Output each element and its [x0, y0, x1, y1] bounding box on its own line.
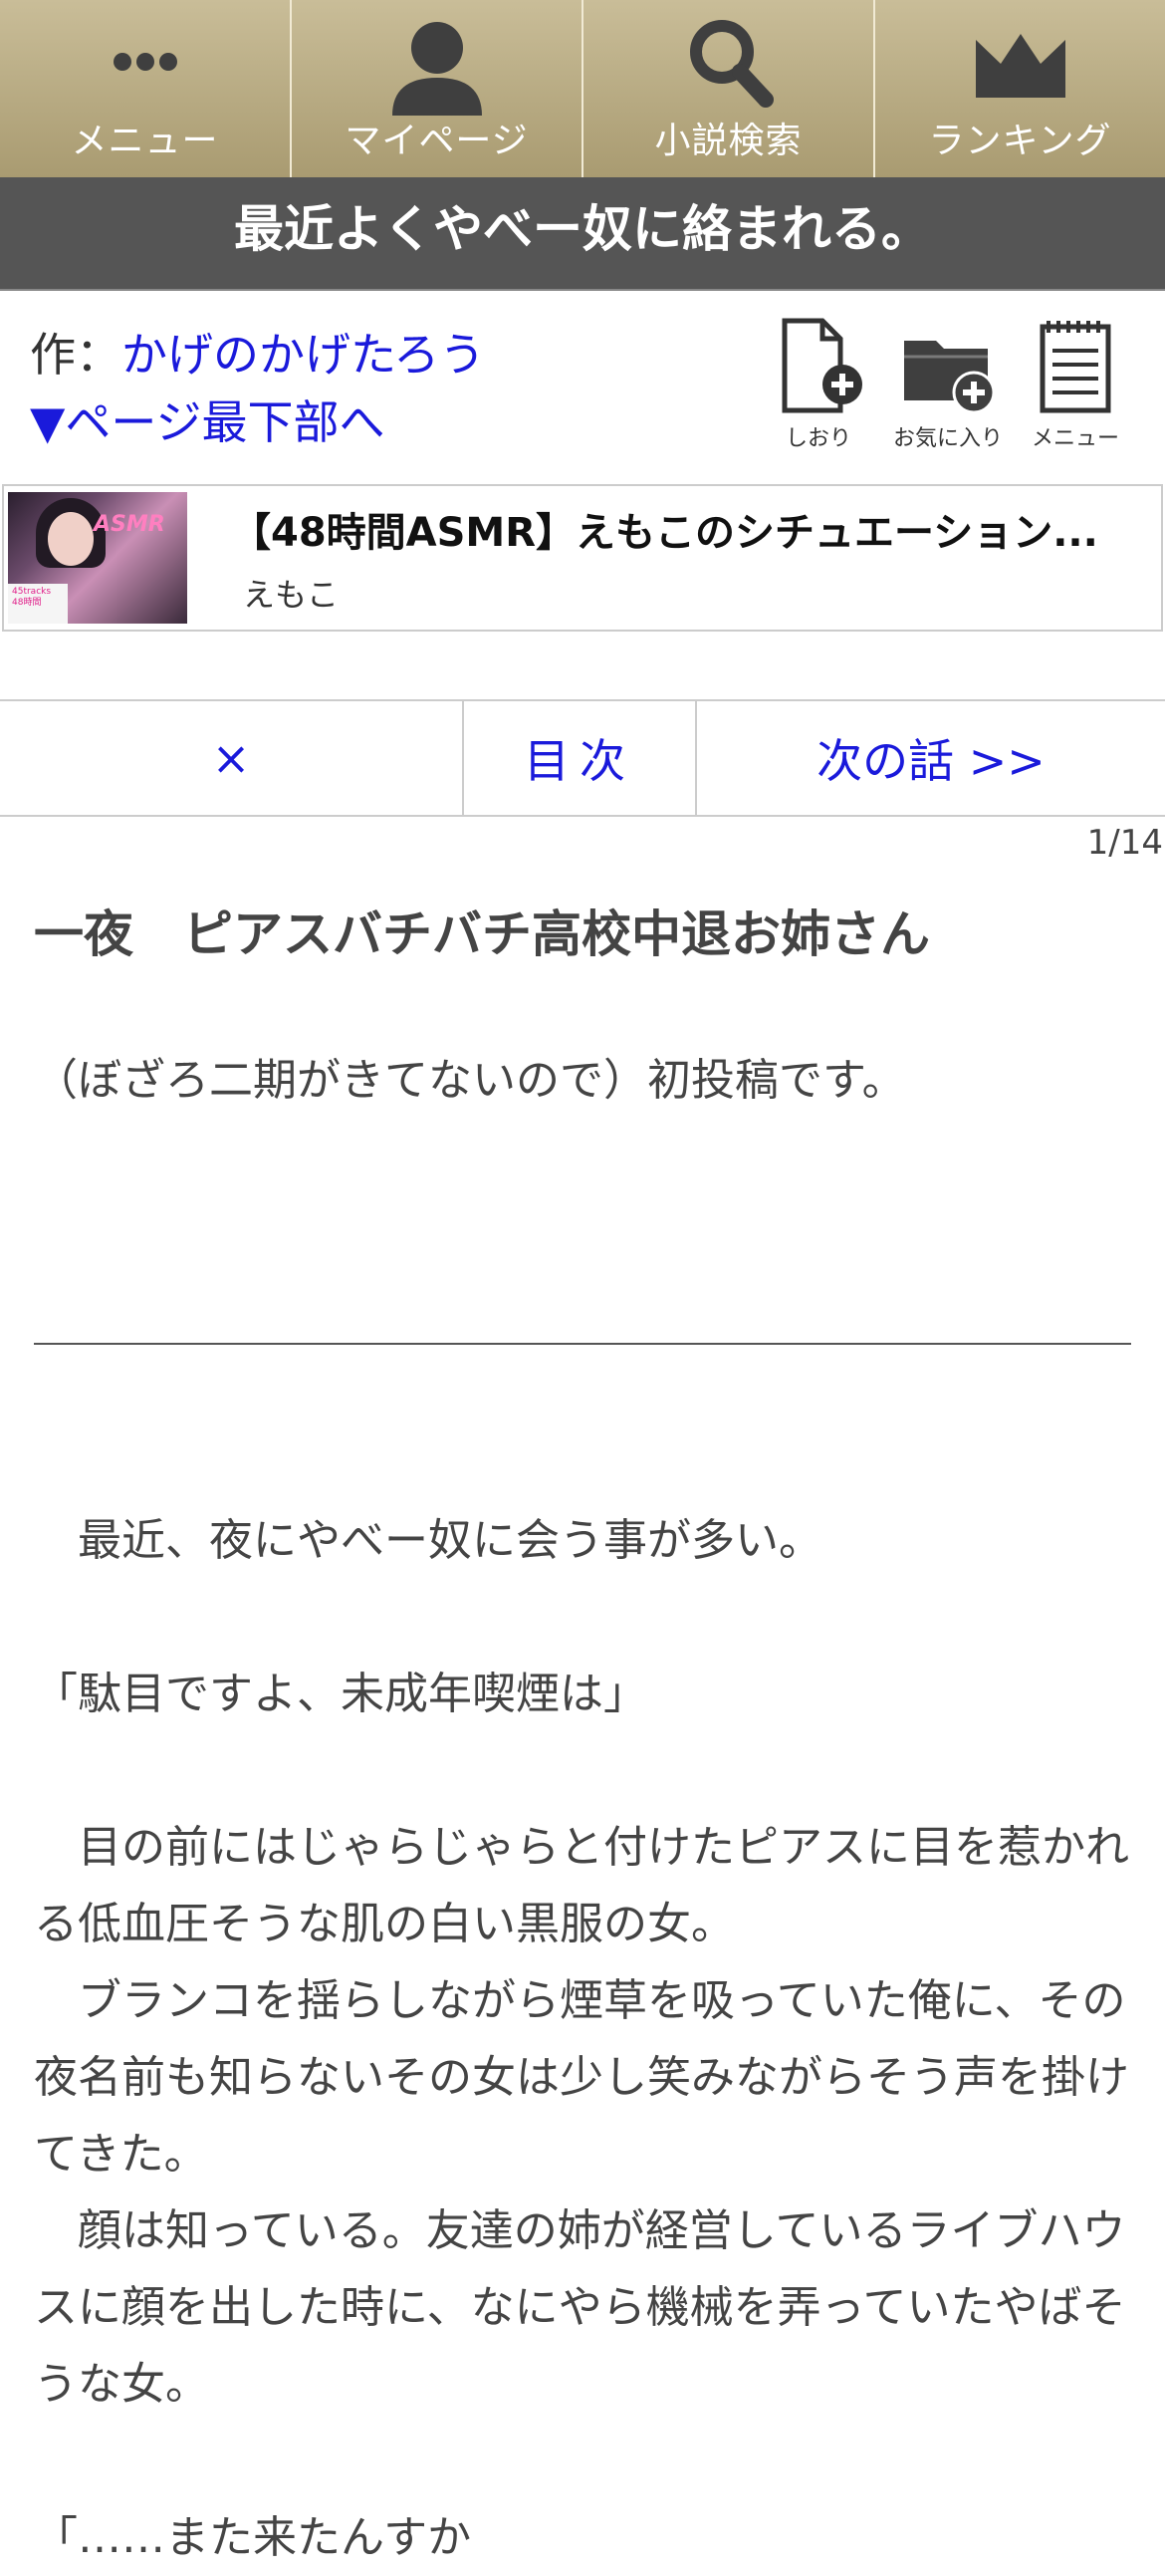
dots-icon — [91, 12, 200, 106]
nav-search-label: 小説検索 — [654, 121, 803, 161]
page-count: 1/14 — [1086, 823, 1163, 863]
nav-search[interactable]: 小説検索 — [583, 0, 875, 177]
menu-button[interactable]: メニュー — [1016, 317, 1135, 452]
paragraph: 顔は知っている。友達の姉が経営しているライブハウスに顔を出した時に、なにやら機械… — [34, 2205, 1126, 2410]
ad-thumbnail: ASMR 45tracks 48時間 — [8, 492, 187, 624]
top-nav: メニュー マイページ 小説検索 ランキング — [0, 0, 1165, 177]
divider — [34, 1343, 1131, 1345]
nav-mypage-label: マイページ — [345, 121, 529, 161]
author-link[interactable]: かげのかげたろう — [121, 328, 485, 382]
nav-ranking[interactable]: ランキング — [875, 0, 1165, 177]
paragraph: 最近、夜にやべー奴に会う事が多い。 — [34, 1515, 822, 1566]
page-bottom-link[interactable]: ▼ページ最下部へ — [30, 386, 384, 452]
close-button[interactable]: × — [0, 701, 464, 815]
story-body: 最近、夜にやべー奴に会う事が多い。 「駄目ですよ、未成年喫煙は」 目の前にはじゃ… — [34, 1502, 1139, 2576]
bookmark-button[interactable]: しおり — [759, 317, 878, 452]
episode-title: 一夜 ピアスバチバチ高校中退お姉さん — [34, 905, 930, 963]
ad-banner[interactable]: ASMR 45tracks 48時間 【48時間ASMR】えもこのシチュエーショ… — [2, 484, 1163, 632]
menu-label: メニュー — [1031, 426, 1119, 451]
preface-text: （ぼざろ二期がきてないので）初投稿です。 — [34, 1055, 906, 1106]
author-line: 作：かげのかげたろう — [30, 319, 485, 385]
novel-title: 最近よくやべー奴に絡まれる。 — [0, 177, 1165, 291]
next-chapter-button[interactable]: 次の話 >> — [697, 701, 1165, 815]
chapter-nav: × 目次 次の話 >> — [0, 699, 1165, 817]
bookmark-label: しおり — [785, 426, 851, 451]
favorite-button[interactable]: お気に入り — [888, 317, 1008, 452]
search-icon — [674, 12, 784, 116]
paragraph: 「駄目ですよ、未成年喫煙は」 — [34, 1669, 647, 1719]
folder-add-icon — [888, 317, 1008, 416]
nav-ranking-label: ランキング — [928, 121, 1112, 161]
bookmark-add-icon — [759, 317, 878, 416]
nav-menu[interactable]: メニュー — [0, 0, 292, 177]
toc-button[interactable]: 目次 — [464, 701, 697, 815]
favorite-label: お気に入り — [892, 426, 1003, 451]
paragraph: 「……また来たんすか — [34, 2512, 472, 2563]
paragraph: ブランコを揺らしながら煙草を吸っていた俺に、その夜名前も知らないその女は少し笑み… — [34, 1975, 1129, 2180]
nav-menu-label: メニュー — [71, 121, 219, 161]
person-icon — [382, 12, 492, 120]
notepad-icon — [1016, 317, 1135, 416]
ad-author: えもこ — [243, 576, 340, 614]
paragraph: 目の前にはじゃらじゃらと付けたピアスに目を惹かれる低血圧そうな肌の白い黒服の女。 — [34, 1822, 1129, 1949]
crown-icon — [966, 12, 1075, 116]
ad-title: 【48時間ASMR】えもこのシチュエーション... — [231, 510, 1098, 556]
nav-mypage[interactable]: マイページ — [292, 0, 583, 177]
author-prefix: 作： — [30, 328, 121, 382]
